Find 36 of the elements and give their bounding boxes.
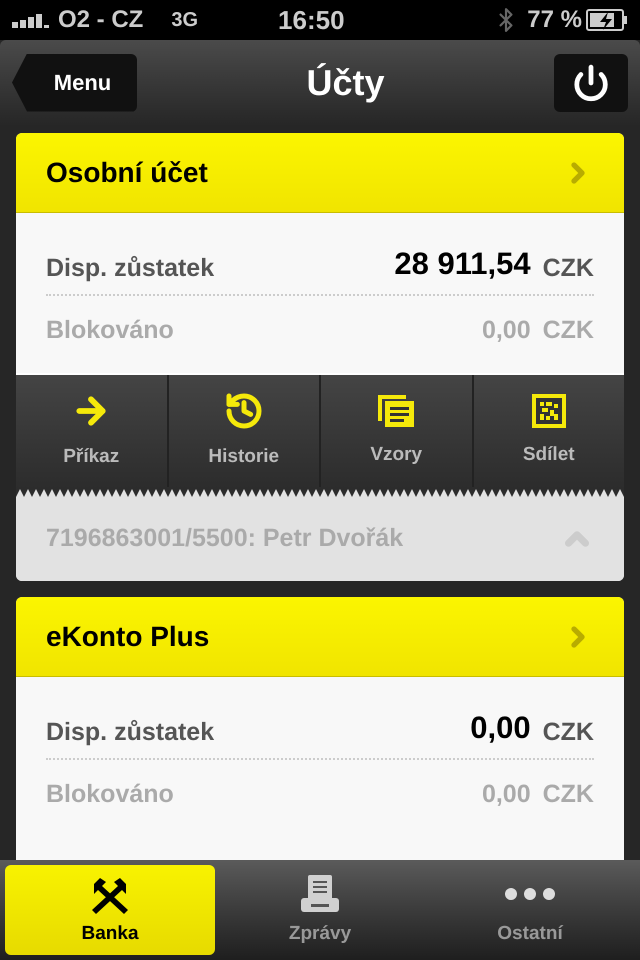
currency-label: CZK [542,253,594,284]
account-header[interactable]: eKonto Plus [16,597,624,677]
balance-amount: 0,00 [482,314,531,346]
currency-label: CZK [542,314,594,346]
more-dots-icon [504,886,556,901]
balance-label: Blokováno [46,314,174,346]
balance-amount: 0,00 [470,709,531,747]
tab-item[interactable]: Ostatní [425,865,635,955]
back-button[interactable]: Menu [12,54,137,112]
action-button[interactable]: Příkaz [16,375,166,487]
battery-percent: 77 % [527,5,582,35]
balance-amount: 28 911,54 [394,245,531,283]
balance-label: Blokováno [46,778,174,810]
balance-label: Disp. zůstatek [46,253,214,284]
account-header[interactable]: Osobní účet [16,133,624,213]
signal-icon [12,12,50,28]
balance-amount: 0,00 [482,778,531,810]
account-name: Osobní účet [46,156,208,190]
qr-code-icon [530,392,567,429]
logout-button[interactable] [554,54,628,112]
account-name: eKonto Plus [46,620,210,654]
currency-label: CZK [542,717,594,748]
network-type: 3G [171,8,198,33]
clock: 16:50 [278,4,345,36]
tab-item[interactable]: Zprávy [215,865,425,955]
documents-icon [376,392,416,429]
carrier-name: O2 - CZ [58,5,144,35]
account-number: 7196863001/5500: Petr Dvořák [46,523,404,554]
power-icon [572,64,610,102]
screen-title: Účty [306,60,385,104]
currency-label: CZK [542,778,594,810]
tab-item[interactable]: Banka [5,865,215,955]
balance-label: Disp. zůstatek [46,717,214,748]
printer-icon [300,874,340,914]
history-icon [224,390,264,431]
battery-charging-icon [586,9,628,31]
